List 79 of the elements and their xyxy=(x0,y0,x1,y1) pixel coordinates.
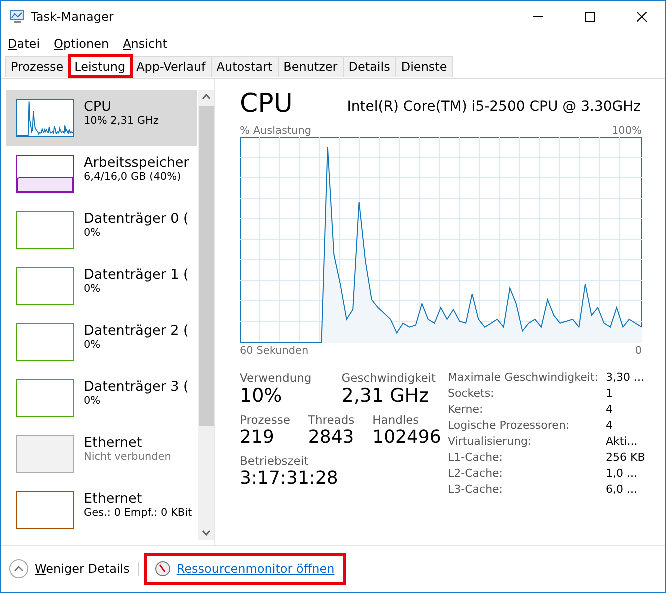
stat-value: 102496 xyxy=(372,427,442,448)
axis-label: 0 xyxy=(635,345,642,357)
stat-value: 2843 xyxy=(308,427,355,448)
item-title: CPU xyxy=(84,99,112,115)
tab[interactable]: Details xyxy=(342,56,396,77)
axis-label: % Auslastung xyxy=(240,125,312,137)
property-value: 4 xyxy=(606,403,614,416)
property-label: Logische Prozessoren: xyxy=(448,419,571,432)
item-subtitle: Nicht verbunden xyxy=(84,451,172,463)
memory-graph-icon xyxy=(17,177,73,192)
property-label: L2-Cache: xyxy=(448,467,504,480)
panel-title: CPU xyxy=(240,89,293,119)
tab[interactable]: Autostart xyxy=(210,56,279,77)
stat-label: Prozesse xyxy=(240,413,290,427)
stat-value: 219 xyxy=(240,427,276,448)
scroll-thumb[interactable] xyxy=(198,106,214,426)
item-subtitle: 0% xyxy=(84,227,102,239)
item-subtitle: 0% xyxy=(84,339,102,351)
tab[interactable]: Dienste xyxy=(395,56,454,77)
maximize-icon xyxy=(585,12,595,22)
property-label: Virtualisierung: xyxy=(448,435,533,448)
stat-value: 2,31 GHz xyxy=(342,385,430,407)
menu-item[interactable]: Datei xyxy=(8,37,40,51)
gauge-icon xyxy=(154,561,171,577)
item-subtitle: 6,4/16,0 GB (40%) xyxy=(84,171,182,183)
axis-label: 60 Sekunden xyxy=(240,345,309,357)
property-label: Kerne: xyxy=(448,403,484,416)
sidebar-item[interactable]: Datenträger 1 ( 0% xyxy=(6,258,197,314)
stat-label: Handles xyxy=(372,413,420,427)
fewer-details-button[interactable]: Weniger Details xyxy=(9,559,130,579)
item-title: Datenträger 0 ( xyxy=(84,211,189,227)
sidebar-item[interactable]: Arbeitsspeicher 6,4/16,0 GB (40%) xyxy=(6,146,197,202)
stat-label: Threads xyxy=(308,413,355,427)
property-value: 6,0 ... xyxy=(606,483,638,496)
window-title: Task-Manager xyxy=(31,10,115,24)
item-title: Arbeitsspeicher xyxy=(84,155,190,171)
item-subtitle: 0% xyxy=(84,283,102,295)
property-value: 256 KB xyxy=(606,451,646,464)
property-label: Maximale Geschwindigkeit: xyxy=(448,371,600,384)
property-label: L1-Cache: xyxy=(448,451,504,464)
item-title: Datenträger 3 ( xyxy=(84,379,189,395)
app-icon xyxy=(9,10,25,24)
axis-label: 100% xyxy=(612,125,642,137)
close-icon xyxy=(637,12,647,22)
stat-label: Verwendung xyxy=(240,371,312,385)
chevron-up-icon xyxy=(9,559,29,579)
item-title: Datenträger 1 ( xyxy=(84,267,189,283)
item-title: Ethernet xyxy=(84,435,144,451)
resource-monitor-link[interactable]: Ressourcenmonitor öffnen xyxy=(146,556,343,582)
menu-item[interactable]: Optionen xyxy=(54,37,110,51)
item-subtitle: 10% 2,31 GHz xyxy=(84,115,159,127)
item-title: Datenträger 2 ( xyxy=(84,323,189,339)
stat-value: 3:17:31:28 xyxy=(240,468,340,489)
scrollbar[interactable] xyxy=(198,90,214,540)
item-title: Ethernet xyxy=(84,491,144,507)
property-value: 4 xyxy=(606,419,614,432)
sidebar-item[interactable]: Ethernet Ges.: 0 Empf.: 0 KBit xyxy=(6,482,197,538)
stat-value: 10% xyxy=(240,385,284,407)
property-label: Sockets: xyxy=(448,387,496,400)
sidebar-item[interactable]: Datenträger 0 ( 0% xyxy=(6,202,197,258)
item-subtitle: Ges.: 0 Empf.: 0 KBit xyxy=(84,507,192,519)
tab[interactable]: Prozesse xyxy=(5,56,70,77)
property-value: 1,0 ... xyxy=(606,467,638,480)
property-value: 3,30 ... xyxy=(606,371,646,384)
tab[interactable]: Leistung xyxy=(68,55,132,77)
sidebar-item[interactable]: CPU 10% 2,31 GHz xyxy=(6,90,197,146)
tab[interactable]: App-Verlauf xyxy=(130,56,212,77)
stat-label: Betriebszeit xyxy=(240,454,310,468)
property-value: 1 xyxy=(606,387,614,400)
sidebar-item[interactable]: Datenträger 2 ( 0% xyxy=(6,314,197,370)
menu-item[interactable]: Ansicht xyxy=(123,37,168,51)
property-label: L3-Cache: xyxy=(448,483,504,496)
item-subtitle: 0% xyxy=(84,395,102,407)
sidebar-item[interactable]: Ethernet Nicht verbunden xyxy=(6,426,197,482)
stat-label: Geschwindigkeit xyxy=(342,371,436,385)
sidebar-item[interactable]: Datenträger 3 ( 0% xyxy=(6,370,197,426)
property-value: Akti... xyxy=(606,435,639,448)
cpu-model: Intel(R) Core(TM) i5-2500 CPU @ 3.30GHz xyxy=(347,99,641,117)
tab[interactable]: Benutzer xyxy=(278,56,344,77)
